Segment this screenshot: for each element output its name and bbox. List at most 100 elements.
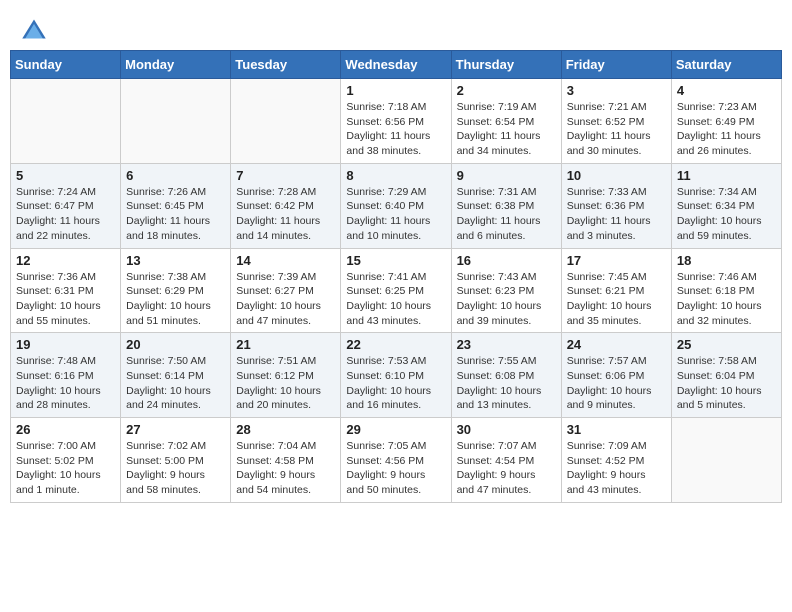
day-info: Sunrise: 7:41 AM Sunset: 6:25 PM Dayligh…	[346, 270, 445, 329]
logo	[20, 18, 50, 40]
calendar-day-cell: 20 Sunrise: 7:50 AM Sunset: 6:14 PM Dayli…	[121, 333, 231, 418]
calendar-day-cell: 15 Sunrise: 7:41 AM Sunset: 6:25 PM Dayli…	[341, 248, 451, 333]
calendar-day-cell: 14 Sunrise: 7:39 AM Sunset: 6:27 PM Dayli…	[231, 248, 341, 333]
calendar-day-cell: 7 Sunrise: 7:28 AM Sunset: 6:42 PM Daylig…	[231, 163, 341, 248]
day-info: Sunrise: 7:02 AM Sunset: 5:00 PM Dayligh…	[126, 439, 225, 498]
calendar-day-cell: 9Sunrise: 7:31 AM Sunset: 6:38 PM Daylig…	[451, 163, 561, 248]
day-number: 28	[236, 422, 335, 437]
day-info: Sunrise: 7:09 AM Sunset: 4:52 PM Dayligh…	[567, 439, 666, 498]
day-info: Sunrise: 7:18 AM Sunset: 6:56 PM Dayligh…	[346, 100, 445, 159]
day-number: 7	[236, 168, 335, 183]
day-number: 4	[677, 83, 776, 98]
day-number: 14	[236, 253, 335, 268]
day-info: Sunrise: 7:26 AM Sunset: 6:45 PM Dayligh…	[126, 185, 225, 244]
day-number: 26	[16, 422, 115, 437]
day-number: 19	[16, 337, 115, 352]
calendar-day-header: Monday	[121, 51, 231, 79]
calendar-day-cell: 19 Sunrise: 7:48 AM Sunset: 6:16 PM Dayli…	[11, 333, 121, 418]
day-info: Sunrise: 7:45 AM Sunset: 6:21 PM Dayligh…	[567, 270, 666, 329]
day-info: Sunrise: 7:38 AM Sunset: 6:29 PM Dayligh…	[126, 270, 225, 329]
day-info: Sunrise: 7:21 AM Sunset: 6:52 PM Dayligh…	[567, 100, 666, 159]
calendar-day-cell: 25 Sunrise: 7:58 AM Sunset: 6:04 PM Dayli…	[671, 333, 781, 418]
calendar-day-cell: 31 Sunrise: 7:09 AM Sunset: 4:52 PM Dayli…	[561, 418, 671, 503]
day-number: 20	[126, 337, 225, 352]
calendar-table: SundayMondayTuesdayWednesdayThursdayFrid…	[10, 50, 782, 503]
calendar-day-cell	[231, 79, 341, 164]
day-number: 12	[16, 253, 115, 268]
calendar-day-cell	[121, 79, 231, 164]
day-number: 15	[346, 253, 445, 268]
day-info: Sunrise: 7:57 AM Sunset: 6:06 PM Dayligh…	[567, 354, 666, 413]
day-number: 31	[567, 422, 666, 437]
calendar-header-row: SundayMondayTuesdayWednesdayThursdayFrid…	[11, 51, 782, 79]
day-info: Sunrise: 7:50 AM Sunset: 6:14 PM Dayligh…	[126, 354, 225, 413]
day-info: Sunrise: 7:39 AM Sunset: 6:27 PM Dayligh…	[236, 270, 335, 329]
day-number: 11	[677, 168, 776, 183]
day-number: 17	[567, 253, 666, 268]
calendar-day-cell: 11 Sunrise: 7:34 AM Sunset: 6:34 PM Dayli…	[671, 163, 781, 248]
calendar-day-header: Saturday	[671, 51, 781, 79]
day-info: Sunrise: 7:28 AM Sunset: 6:42 PM Dayligh…	[236, 185, 335, 244]
calendar-day-header: Sunday	[11, 51, 121, 79]
day-info: Sunrise: 7:31 AM Sunset: 6:38 PM Dayligh…	[457, 185, 556, 244]
calendar-day-header: Wednesday	[341, 51, 451, 79]
calendar-day-header: Friday	[561, 51, 671, 79]
day-info: Sunrise: 7:34 AM Sunset: 6:34 PM Dayligh…	[677, 185, 776, 244]
calendar-day-cell: 22 Sunrise: 7:53 AM Sunset: 6:10 PM Dayli…	[341, 333, 451, 418]
day-number: 8	[346, 168, 445, 183]
calendar-day-cell: 17 Sunrise: 7:45 AM Sunset: 6:21 PM Dayli…	[561, 248, 671, 333]
day-info: Sunrise: 7:36 AM Sunset: 6:31 PM Dayligh…	[16, 270, 115, 329]
calendar-day-header: Thursday	[451, 51, 561, 79]
calendar-day-cell: 3 Sunrise: 7:21 AM Sunset: 6:52 PM Daylig…	[561, 79, 671, 164]
day-number: 22	[346, 337, 445, 352]
day-info: Sunrise: 7:00 AM Sunset: 5:02 PM Dayligh…	[16, 439, 115, 498]
calendar-day-cell: 21 Sunrise: 7:51 AM Sunset: 6:12 PM Dayli…	[231, 333, 341, 418]
day-info: Sunrise: 7:55 AM Sunset: 6:08 PM Dayligh…	[457, 354, 556, 413]
calendar-day-cell: 29 Sunrise: 7:05 AM Sunset: 4:56 PM Dayli…	[341, 418, 451, 503]
day-info: Sunrise: 7:51 AM Sunset: 6:12 PM Dayligh…	[236, 354, 335, 413]
calendar-week-row: 19 Sunrise: 7:48 AM Sunset: 6:16 PM Dayli…	[11, 333, 782, 418]
day-number: 21	[236, 337, 335, 352]
day-info: Sunrise: 7:07 AM Sunset: 4:54 PM Dayligh…	[457, 439, 556, 498]
day-number: 5	[16, 168, 115, 183]
day-number: 24	[567, 337, 666, 352]
calendar-week-row: 1 Sunrise: 7:18 AM Sunset: 6:56 PM Daylig…	[11, 79, 782, 164]
calendar-day-cell: 6Sunrise: 7:26 AM Sunset: 6:45 PM Daylig…	[121, 163, 231, 248]
calendar-week-row: 12 Sunrise: 7:36 AM Sunset: 6:31 PM Dayli…	[11, 248, 782, 333]
logo-icon	[20, 18, 48, 40]
day-number: 16	[457, 253, 556, 268]
calendar-day-cell: 12 Sunrise: 7:36 AM Sunset: 6:31 PM Dayli…	[11, 248, 121, 333]
day-info: Sunrise: 7:05 AM Sunset: 4:56 PM Dayligh…	[346, 439, 445, 498]
day-info: Sunrise: 7:04 AM Sunset: 4:58 PM Dayligh…	[236, 439, 335, 498]
calendar-day-header: Tuesday	[231, 51, 341, 79]
calendar-day-cell: 26 Sunrise: 7:00 AM Sunset: 5:02 PM Dayli…	[11, 418, 121, 503]
calendar-day-cell: 28 Sunrise: 7:04 AM Sunset: 4:58 PM Dayli…	[231, 418, 341, 503]
day-info: Sunrise: 7:33 AM Sunset: 6:36 PM Dayligh…	[567, 185, 666, 244]
day-number: 25	[677, 337, 776, 352]
day-info: Sunrise: 7:29 AM Sunset: 6:40 PM Dayligh…	[346, 185, 445, 244]
calendar-day-cell: 23 Sunrise: 7:55 AM Sunset: 6:08 PM Dayli…	[451, 333, 561, 418]
calendar-day-cell: 5Sunrise: 7:24 AM Sunset: 6:47 PM Daylig…	[11, 163, 121, 248]
day-number: 1	[346, 83, 445, 98]
day-number: 29	[346, 422, 445, 437]
day-info: Sunrise: 7:58 AM Sunset: 6:04 PM Dayligh…	[677, 354, 776, 413]
day-number: 3	[567, 83, 666, 98]
calendar-day-cell: 2 Sunrise: 7:19 AM Sunset: 6:54 PM Daylig…	[451, 79, 561, 164]
calendar-day-cell: 4Sunrise: 7:23 AM Sunset: 6:49 PM Daylig…	[671, 79, 781, 164]
calendar-day-cell: 1 Sunrise: 7:18 AM Sunset: 6:56 PM Daylig…	[341, 79, 451, 164]
day-info: Sunrise: 7:48 AM Sunset: 6:16 PM Dayligh…	[16, 354, 115, 413]
calendar-day-cell: 24 Sunrise: 7:57 AM Sunset: 6:06 PM Dayli…	[561, 333, 671, 418]
day-number: 30	[457, 422, 556, 437]
day-number: 2	[457, 83, 556, 98]
day-number: 23	[457, 337, 556, 352]
calendar-day-cell	[11, 79, 121, 164]
calendar-day-cell: 10Sunrise: 7:33 AM Sunset: 6:36 PM Dayli…	[561, 163, 671, 248]
calendar-day-cell: 27 Sunrise: 7:02 AM Sunset: 5:00 PM Dayli…	[121, 418, 231, 503]
day-info: Sunrise: 7:19 AM Sunset: 6:54 PM Dayligh…	[457, 100, 556, 159]
day-info: Sunrise: 7:53 AM Sunset: 6:10 PM Dayligh…	[346, 354, 445, 413]
day-number: 27	[126, 422, 225, 437]
day-number: 13	[126, 253, 225, 268]
calendar-week-row: 26 Sunrise: 7:00 AM Sunset: 5:02 PM Dayli…	[11, 418, 782, 503]
day-info: Sunrise: 7:43 AM Sunset: 6:23 PM Dayligh…	[457, 270, 556, 329]
day-number: 18	[677, 253, 776, 268]
